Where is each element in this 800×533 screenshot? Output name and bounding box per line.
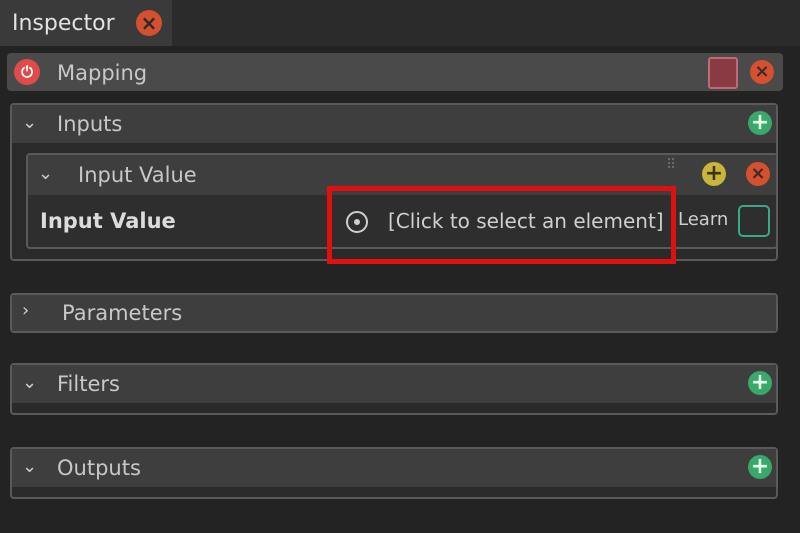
mapping-header: ⏻ Mapping × [7,53,783,91]
add-filter-icon[interactable]: + [748,371,772,395]
color-swatch[interactable] [708,57,738,89]
inputs-section: ⌄ Inputs + ⌄ Input Value ⠿ + × Input Val… [10,103,778,261]
chevron-down-icon[interactable]: ⌄ [22,456,37,477]
learn-label: Learn [678,209,729,230]
filters-section: ⌄ Filters + [10,363,778,415]
close-icon[interactable]: × [746,162,770,186]
chevron-right-icon[interactable]: › [22,300,29,321]
chevron-down-icon[interactable]: ⌄ [38,163,53,184]
input-value-title: Input Value [78,163,197,187]
close-icon[interactable]: × [136,10,162,36]
target-icon[interactable] [346,211,368,233]
outputs-title: Outputs [57,456,141,480]
remove-mapping-icon[interactable]: × [750,60,774,84]
field-label: Input Value [40,209,176,233]
inputs-header[interactable]: ⌄ Inputs + [12,105,776,143]
add-output-icon[interactable]: + [748,455,772,479]
outputs-header[interactable]: ⌄ Outputs + [12,449,776,487]
target-selector[interactable]: [Click to select an element] [388,209,664,233]
learn-toggle[interactable] [738,205,770,237]
chevron-down-icon[interactable]: ⌄ [22,112,37,133]
add-input-icon[interactable]: + [748,111,772,135]
top-bar: Inspector × [0,0,800,46]
tab-title: Inspector [12,10,115,36]
chevron-down-icon[interactable]: ⌄ [22,372,37,393]
input-value-item: ⌄ Input Value ⠿ + × Input Value [Click t… [26,153,778,249]
inputs-title: Inputs [57,112,123,136]
mapping-title: Mapping [57,61,148,85]
parameters-title: Parameters [62,301,183,325]
power-icon[interactable]: ⏻ [14,59,40,85]
add-icon[interactable]: + [702,162,726,186]
parameters-header[interactable]: › Parameters [12,295,776,331]
filters-header[interactable]: ⌄ Filters + [12,365,776,403]
drag-handle-icon[interactable]: ⠿ [666,158,682,187]
input-value-header[interactable]: ⌄ Input Value ⠿ + × [28,155,776,195]
parameters-section: › Parameters [10,293,778,333]
tab-inspector[interactable]: Inspector × [0,0,172,46]
filters-title: Filters [57,372,120,396]
outputs-section: ⌄ Outputs + [10,447,778,499]
